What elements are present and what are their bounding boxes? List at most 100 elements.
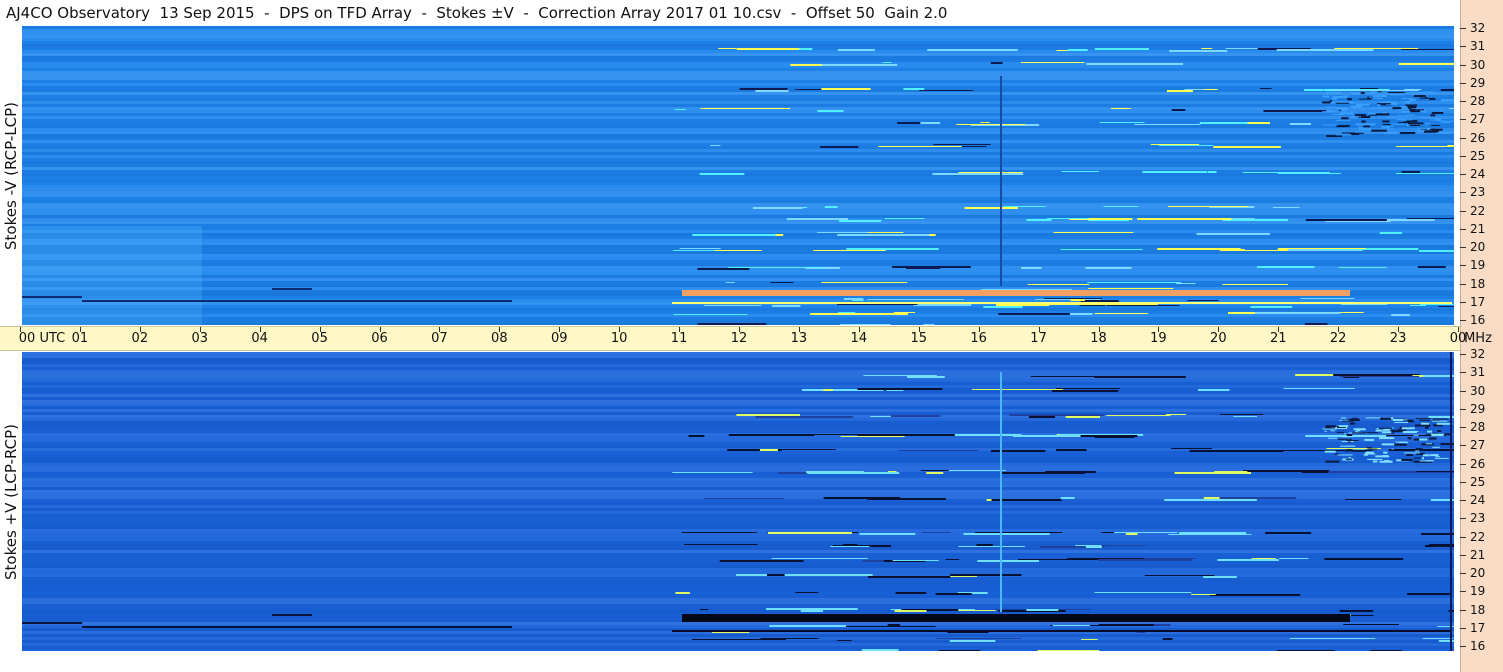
spectrogram-band xyxy=(22,203,1454,206)
spectrogram-burst xyxy=(1365,417,1381,419)
spectrogram-streak xyxy=(948,470,1006,471)
spectrogram-streak xyxy=(1017,559,1104,560)
spectrogram-burst xyxy=(1350,92,1361,94)
spectrogram-streak xyxy=(1065,416,1100,418)
spectrogram-streak xyxy=(1175,283,1196,284)
spectrogram-streak xyxy=(768,532,852,534)
spectrogram-band xyxy=(22,508,1454,511)
spectrogram-streak xyxy=(1098,624,1154,626)
spectrogram-top xyxy=(22,26,1454,325)
spectrogram-burst xyxy=(1394,422,1409,424)
spectrogram-band xyxy=(22,182,1454,185)
spectrogram-burst xyxy=(1325,426,1332,429)
spectrogram-streak xyxy=(932,173,1024,175)
spectrogram-streak xyxy=(947,632,989,633)
spectrogram-band xyxy=(22,502,1454,505)
spectrogram-streak xyxy=(1303,89,1324,91)
mhz-axis-top: 32 31 30 29 28 27 26 25 24 23 22 21 20 19 18 17 16 xyxy=(1460,21,1503,327)
spectrogram-streak xyxy=(1289,123,1312,125)
spectrogram-band xyxy=(22,296,1454,299)
spectrogram-burst xyxy=(1421,457,1425,460)
mhz-tick-label: 24 xyxy=(1470,167,1486,181)
spectrogram-burst xyxy=(1415,418,1431,420)
spectrogram-burst xyxy=(1335,119,1351,121)
spectrogram-streak xyxy=(684,544,747,545)
spectrogram-streak xyxy=(837,234,930,236)
spectrogram-band xyxy=(22,89,1454,92)
spectrogram-band xyxy=(22,164,1454,167)
spectrogram-streak xyxy=(1207,171,1217,173)
spectrogram-burst xyxy=(1371,107,1386,109)
spectrogram-band xyxy=(22,580,1454,583)
spectrogram-band xyxy=(22,230,1454,233)
spectrogram-burst xyxy=(1406,454,1413,457)
spectrogram-streak xyxy=(971,389,1063,390)
mhz-axis-bottom: 32 31 30 29 28 27 26 25 24 23 22 21 20 19 18 17 16 xyxy=(1460,347,1503,653)
spectrogram-band xyxy=(22,634,1454,637)
spectrogram-band xyxy=(22,152,1454,155)
spectrogram-burst xyxy=(1416,129,1423,132)
spectrogram-band xyxy=(22,38,1454,41)
spectrogram-streak xyxy=(958,546,1025,547)
spectrogram-band xyxy=(22,577,1454,580)
utc-tick-label: 02 xyxy=(131,331,149,346)
spectrogram-burst xyxy=(1438,131,1447,134)
spectrogram-band xyxy=(22,475,1454,478)
spectrogram-band xyxy=(22,170,1454,173)
spectrogram-band xyxy=(22,418,1454,421)
utc-tick-label: 17 xyxy=(1030,331,1047,346)
spectrogram-streak xyxy=(821,282,908,283)
spectrogram-streak xyxy=(1210,594,1301,596)
spectrogram-band xyxy=(22,137,1454,140)
spectrogram-streak xyxy=(1144,575,1215,576)
spectrogram-band xyxy=(22,424,1454,427)
spectrogram-streak xyxy=(1204,89,1218,90)
spectrogram-band xyxy=(22,191,1454,194)
spectrogram-streak xyxy=(892,560,939,561)
spectrogram-streak xyxy=(272,614,312,616)
spectrogram-band xyxy=(22,529,1454,532)
spectrogram-streak xyxy=(1045,471,1096,473)
spectrogram-burst xyxy=(1355,114,1367,117)
spectrogram-band xyxy=(22,110,1454,113)
spectrogram-streak xyxy=(1295,374,1334,376)
spectrogram-burst xyxy=(1425,122,1431,124)
spectrogram-streak xyxy=(1219,414,1264,415)
spectrogram-burst xyxy=(1398,122,1410,124)
spectrogram-streak xyxy=(1334,48,1419,49)
spectrogram-band xyxy=(22,556,1454,559)
spectrogram-streak xyxy=(1086,63,1184,65)
spectrogram-streak xyxy=(1106,305,1180,306)
spectrogram-burst xyxy=(1430,114,1436,117)
spectrogram-burst xyxy=(1367,458,1379,460)
mhz-tick-label: 32 xyxy=(1470,347,1486,361)
spectrogram-band xyxy=(22,86,1454,89)
utc-tick-label: 13 xyxy=(790,331,808,346)
spectrogram-streak xyxy=(699,173,745,175)
spectrogram-band xyxy=(22,511,1454,514)
spectrogram-streak xyxy=(1300,298,1355,299)
spectrogram-streak xyxy=(895,592,927,594)
spectrogram-burst xyxy=(1399,132,1416,135)
spectrogram-streak xyxy=(927,49,1018,51)
spectrogram-streak xyxy=(1242,470,1330,472)
spectrogram-burst xyxy=(1425,426,1429,429)
mhz-tick-label: 17 xyxy=(1470,620,1486,635)
spectrogram-streak xyxy=(1026,609,1059,611)
spectrogram-strong-band xyxy=(682,290,1350,296)
mhz-tick-label: 31 xyxy=(1470,365,1486,380)
spectrogram-streak xyxy=(1094,48,1149,50)
spectrogram-band xyxy=(22,95,1454,98)
spectrogram-band xyxy=(22,589,1454,592)
spectrogram-band xyxy=(22,251,1454,254)
spectrogram-band xyxy=(22,520,1454,523)
spectrogram-streak xyxy=(824,206,838,208)
spectrogram-burst xyxy=(1401,110,1410,113)
spectrogram-burst xyxy=(1383,451,1388,454)
spectrogram-band xyxy=(22,50,1454,53)
spectrogram-band xyxy=(22,308,1454,311)
utc-tick-label: 09 xyxy=(550,331,568,346)
spectrogram-streak xyxy=(1395,173,1454,174)
spectrogram-band xyxy=(22,242,1454,245)
spectrogram-burst xyxy=(1335,134,1352,136)
